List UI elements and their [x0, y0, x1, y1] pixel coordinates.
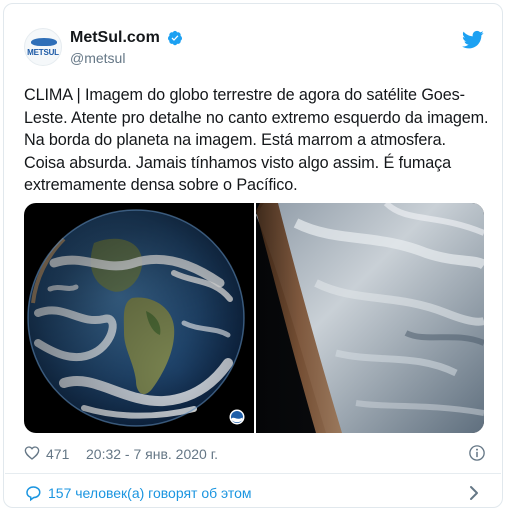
handle[interactable]: @metsul [70, 50, 183, 66]
tweet-media[interactable] [24, 203, 484, 433]
display-name[interactable]: MetSul.com [70, 29, 160, 47]
verified-badge-icon [168, 30, 183, 46]
tweet-card[interactable]: METSUL MetSul.com @metsul CLIMA | Imagem… [3, 3, 503, 508]
heart-icon[interactable] [24, 445, 40, 461]
media-closeup-image[interactable] [256, 203, 484, 433]
noaa-logo-icon [229, 409, 245, 425]
discussion-count-text[interactable]: 157 человек(а) говорят об этом [48, 485, 252, 501]
info-icon[interactable] [468, 444, 486, 462]
chevron-right-icon[interactable] [468, 485, 480, 501]
author-names[interactable]: MetSul.com @metsul [70, 29, 183, 66]
tweet-meta: 471 20:32 - 7 янв. 2020 г. [24, 444, 486, 464]
smoke-closeup-picture [256, 203, 484, 433]
footer-divider [5, 473, 501, 474]
avatar-logo-text: METSUL [27, 48, 59, 57]
twitter-bird-icon[interactable] [462, 30, 484, 50]
timestamp[interactable]: 20:32 - 7 янв. 2020 г. [86, 446, 218, 462]
media-globe-image[interactable] [24, 203, 254, 433]
avatar[interactable]: METSUL [24, 28, 62, 66]
tweet-header: METSUL MetSul.com @metsul [24, 26, 486, 70]
like-count[interactable]: 471 [46, 446, 69, 462]
metsul-logo-mark [31, 38, 57, 46]
tweet-text: CLIMA | Imagem do globo terrestre de ago… [24, 86, 489, 194]
discussion-link[interactable]: 157 человек(а) говорят об этом [24, 482, 486, 504]
earth-globe-picture [27, 209, 245, 427]
speech-bubble-icon [26, 486, 41, 502]
